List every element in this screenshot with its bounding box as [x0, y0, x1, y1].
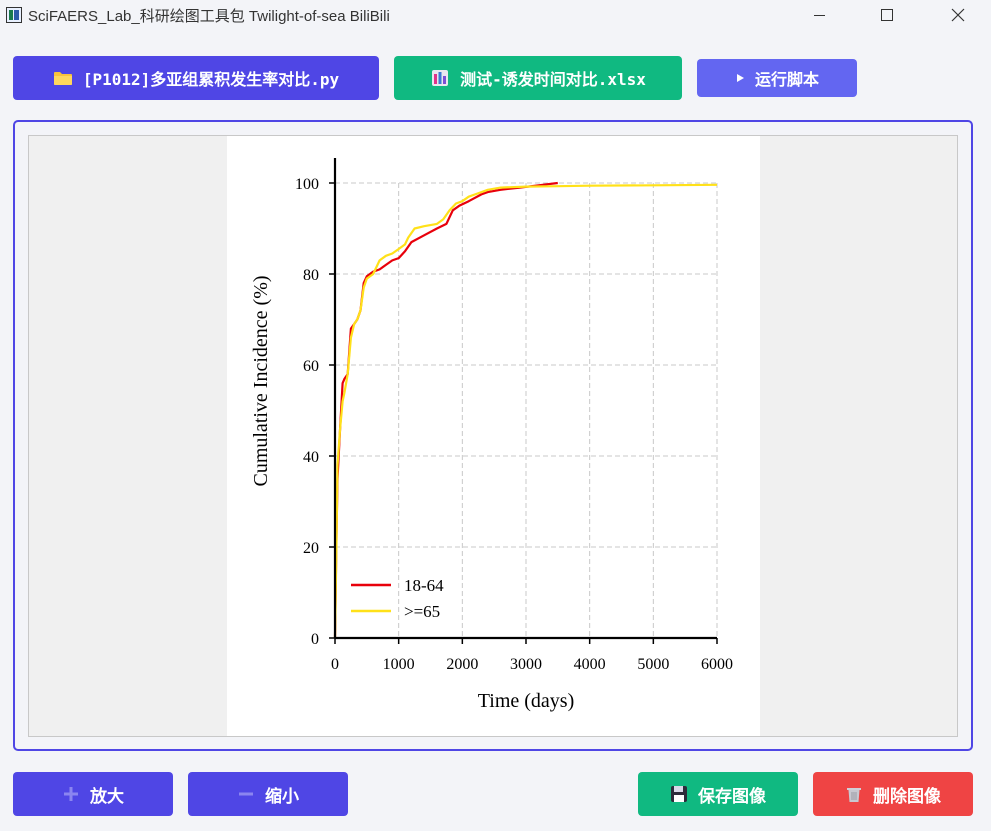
y-tick-label: 80	[303, 267, 319, 284]
tick-labels: 0 1000 2000 3000 4000 5000 6000 0 20 40 60 80 100	[295, 176, 733, 673]
x-tick-label: 0	[331, 656, 339, 673]
x-axis-label: Time (days)	[478, 690, 574, 712]
zoom-out-button[interactable]: 缩小	[188, 772, 348, 816]
run-script-button[interactable]: 运行脚本	[697, 59, 857, 97]
x-tick-label: 6000	[701, 656, 733, 673]
delete-image-label: 删除图像	[873, 786, 941, 807]
trash-icon	[845, 785, 863, 803]
folder-icon	[53, 70, 73, 86]
play-icon	[735, 73, 745, 83]
legend-label: 18-64	[404, 576, 444, 595]
zoom-in-button[interactable]: 放大	[13, 772, 173, 816]
cumulative-incidence-chart: 0 1000 2000 3000 4000 5000 6000 0 20 40 60 80 100 Ti…	[250, 158, 733, 712]
close-button[interactable]	[935, 0, 981, 30]
save-image-label: 保存图像	[698, 786, 766, 807]
y-tick-label: 20	[303, 540, 319, 557]
minimize-icon	[813, 14, 825, 16]
y-tick-label: 40	[303, 449, 319, 466]
maximize-icon	[881, 9, 893, 21]
plus-icon	[62, 785, 80, 803]
minimize-button[interactable]	[796, 0, 842, 30]
zoom-out-label: 缩小	[265, 786, 299, 807]
open-data-button[interactable]: 测试-诱发时间对比.xlsx	[394, 56, 682, 100]
y-tick-label: 60	[303, 358, 319, 375]
excel-file-icon	[430, 68, 450, 88]
x-tick-label: 5000	[637, 656, 669, 673]
series-line-18-64	[333, 181, 558, 639]
y-axis-label: Cumulative Incidence (%)	[250, 275, 272, 486]
open-script-label: [P1012]多亚组累积发生率对比.py	[82, 70, 340, 89]
close-icon	[951, 8, 965, 22]
x-tick-label: 1000	[383, 656, 415, 673]
axes	[333, 158, 717, 640]
save-image-button[interactable]: 保存图像	[638, 772, 798, 816]
title-bar: SciFAERS_Lab_科研绘图工具包 Twilight-of-sea Bil…	[0, 0, 991, 30]
floppy-disk-icon	[670, 785, 688, 803]
y-tick-label: 100	[295, 176, 319, 193]
grid-lines	[335, 182, 718, 638]
zoom-in-label: 放大	[90, 786, 124, 807]
open-script-button[interactable]: [P1012]多亚组累积发生率对比.py	[13, 56, 379, 100]
run-script-label: 运行脚本	[754, 70, 819, 89]
maximize-button[interactable]	[864, 0, 910, 30]
y-tick-label: 0	[311, 631, 319, 648]
x-tick-label: 4000	[574, 656, 606, 673]
legend: 18-64 >=65	[351, 576, 444, 621]
window-title: SciFAERS_Lab_科研绘图工具包 Twilight-of-sea Bil…	[28, 7, 390, 25]
x-tick-label: 2000	[446, 656, 478, 673]
app-icon	[6, 7, 22, 23]
open-data-label: 测试-诱发时间对比.xlsx	[460, 70, 646, 89]
legend-label: >=65	[404, 602, 440, 621]
delete-image-button[interactable]: 删除图像	[813, 772, 973, 816]
x-tick-label: 3000	[510, 656, 542, 673]
minus-icon	[237, 785, 255, 803]
